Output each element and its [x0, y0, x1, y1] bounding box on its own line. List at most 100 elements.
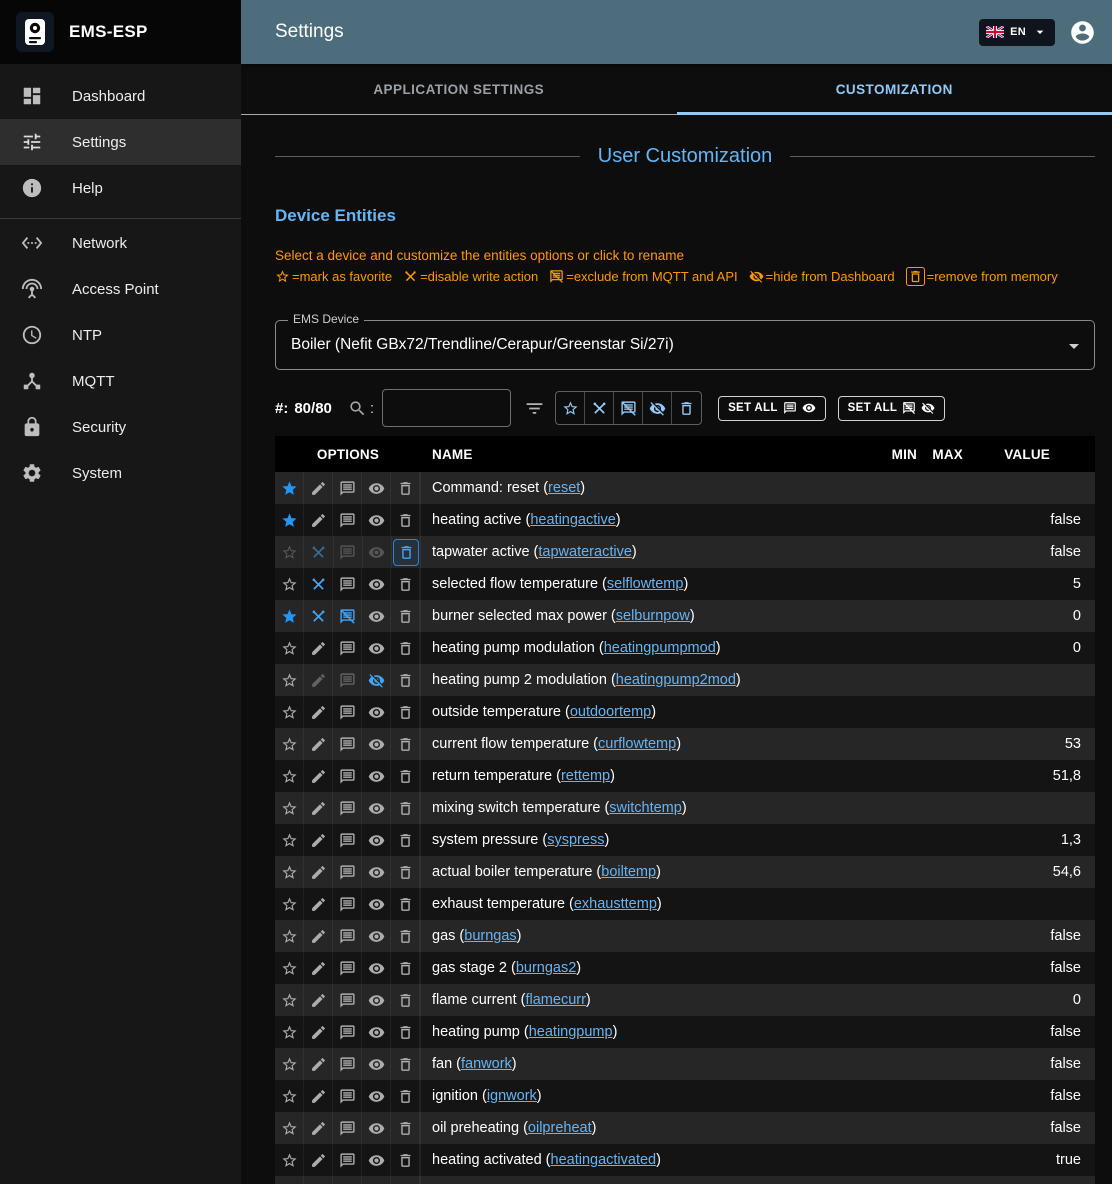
sidebar-item-help[interactable]: Help [0, 165, 241, 211]
edit-icon[interactable] [304, 760, 333, 792]
favorite-star-icon[interactable] [275, 728, 304, 760]
sidebar-item-dashboard[interactable]: Dashboard [0, 73, 241, 119]
comment-icon[interactable] [333, 664, 362, 696]
favorite-star-icon[interactable] [275, 664, 304, 696]
table-row[interactable] [275, 1176, 1095, 1184]
table-row[interactable]: heating pump (heatingpump) false [275, 1016, 1095, 1048]
favorite-star-icon[interactable] [275, 536, 304, 568]
sidebar-item-access-point[interactable]: Access Point [0, 266, 241, 312]
table-row[interactable]: gas stage 2 (burngas2) false [275, 952, 1095, 984]
edit-icon[interactable] [304, 728, 333, 760]
disable-write-icon[interactable] [304, 536, 333, 568]
entity-link[interactable]: heatingpump [529, 1024, 613, 1040]
table-row[interactable]: gas (burngas) false [275, 920, 1095, 952]
disable-write-icon[interactable] [304, 600, 333, 632]
tab-customization[interactable]: CUSTOMIZATION [677, 64, 1112, 114]
favorite-star-icon[interactable] [275, 760, 304, 792]
comment-icon[interactable] [333, 1080, 362, 1112]
table-row[interactable]: Command: reset (reset) [275, 472, 1095, 504]
sidebar-item-ntp[interactable]: NTP [0, 312, 241, 358]
eye-icon[interactable] [362, 632, 391, 664]
edit-icon[interactable] [304, 1144, 333, 1176]
favorite-star-icon[interactable] [275, 1112, 304, 1144]
table-row[interactable]: heating pump modulation (heatingpumpmod)… [275, 632, 1095, 664]
entity-link[interactable]: heatingpump2mod [616, 672, 736, 688]
table-row[interactable]: actual boiler temperature (boiltemp) 54,… [275, 856, 1095, 888]
delete-icon[interactable] [391, 952, 420, 984]
table-row[interactable]: outside temperature (outdoortemp) [275, 696, 1095, 728]
favorite-star-icon[interactable] [275, 632, 304, 664]
delete-icon[interactable] [391, 664, 420, 696]
delete-icon[interactable] [391, 568, 420, 600]
eye-icon[interactable] [362, 472, 391, 504]
entity-link[interactable]: selburnpow [616, 608, 690, 624]
eye-icon[interactable] [362, 760, 391, 792]
account-icon[interactable] [1069, 19, 1096, 46]
edit-icon[interactable] [304, 1016, 333, 1048]
comment-icon[interactable] [334, 536, 363, 568]
eye-icon[interactable] [362, 1080, 391, 1112]
entity-link[interactable]: outdoortemp [570, 704, 651, 720]
sidebar-item-network[interactable]: Network [0, 220, 241, 266]
delete-icon[interactable] [391, 1016, 420, 1048]
eye-icon[interactable] [362, 792, 391, 824]
table-row[interactable]: fan (fanwork) false [275, 1048, 1095, 1080]
entity-link[interactable]: curflowtemp [598, 736, 676, 752]
table-row[interactable]: mixing switch temperature (switchtemp) [275, 792, 1095, 824]
comment-icon[interactable] [333, 504, 362, 536]
delete-icon[interactable] [391, 472, 420, 504]
entity-link[interactable]: burngas2 [516, 960, 576, 976]
comment-icon[interactable] [333, 824, 362, 856]
entity-link[interactable]: syspress [547, 832, 604, 848]
set-all-show-button[interactable]: SET ALL [718, 396, 826, 421]
exclude-mqtt-toggle-button[interactable] [614, 392, 643, 424]
table-row[interactable]: selected flow temperature (selflowtemp) … [275, 568, 1095, 600]
comment-icon[interactable] [333, 760, 362, 792]
eye-icon[interactable] [362, 1144, 391, 1176]
table-row[interactable]: oil preheating (oilpreheat) false [275, 1112, 1095, 1144]
entity-link[interactable]: heatingactive [530, 512, 615, 528]
favorite-star-icon[interactable] [275, 856, 304, 888]
favorite-star-icon[interactable] [275, 696, 304, 728]
favorite-star-icon[interactable] [275, 600, 304, 632]
table-row[interactable]: heating active (heatingactive) false [275, 504, 1095, 536]
delete-icon[interactable] [391, 824, 420, 856]
table-row[interactable]: ignition (ignwork) false [275, 1080, 1095, 1112]
favorite-star-icon[interactable] [275, 504, 304, 536]
language-selector[interactable]: EN [979, 19, 1055, 46]
table-row[interactable]: current flow temperature (curflowtemp) 5… [275, 728, 1095, 760]
entity-link[interactable]: ignwork [487, 1088, 537, 1104]
comment-icon[interactable] [333, 888, 362, 920]
eye-icon[interactable] [362, 568, 391, 600]
comment-icon[interactable] [333, 472, 362, 504]
entity-link[interactable]: tapwateractive [538, 544, 632, 560]
eye-icon[interactable] [362, 728, 391, 760]
entity-link[interactable]: exhausttemp [574, 896, 657, 912]
edit-icon[interactable] [304, 920, 333, 952]
comment-icon[interactable] [333, 952, 362, 984]
eye-icon[interactable] [362, 888, 391, 920]
eye-icon[interactable] [362, 600, 391, 632]
favorite-star-icon[interactable] [275, 888, 304, 920]
sidebar-item-system[interactable]: System [0, 450, 241, 496]
eye-icon[interactable] [362, 856, 391, 888]
table-row[interactable]: burner selected max power (selburnpow) 0 [275, 600, 1095, 632]
comment-icon[interactable] [333, 1112, 362, 1144]
eye-icon[interactable] [362, 1016, 391, 1048]
delete-icon[interactable] [391, 504, 420, 536]
sidebar-item-security[interactable]: Security [0, 404, 241, 450]
edit-icon[interactable] [304, 632, 333, 664]
comment-icon[interactable] [333, 1016, 362, 1048]
delete-icon[interactable] [391, 888, 420, 920]
edit-icon[interactable] [304, 664, 333, 696]
hide-toggle-button[interactable] [643, 392, 672, 424]
entity-link[interactable]: boiltemp [601, 864, 656, 880]
table-row[interactable]: heating activated (heatingactivated) tru… [275, 1144, 1095, 1176]
eye-icon[interactable] [362, 920, 391, 952]
delete-icon[interactable] [391, 1176, 420, 1184]
comment-icon[interactable] [333, 792, 362, 824]
edit-icon[interactable] [304, 824, 333, 856]
edit-icon[interactable] [304, 984, 333, 1016]
eye-icon[interactable] [362, 952, 391, 984]
entity-link[interactable]: fanwork [461, 1056, 512, 1072]
